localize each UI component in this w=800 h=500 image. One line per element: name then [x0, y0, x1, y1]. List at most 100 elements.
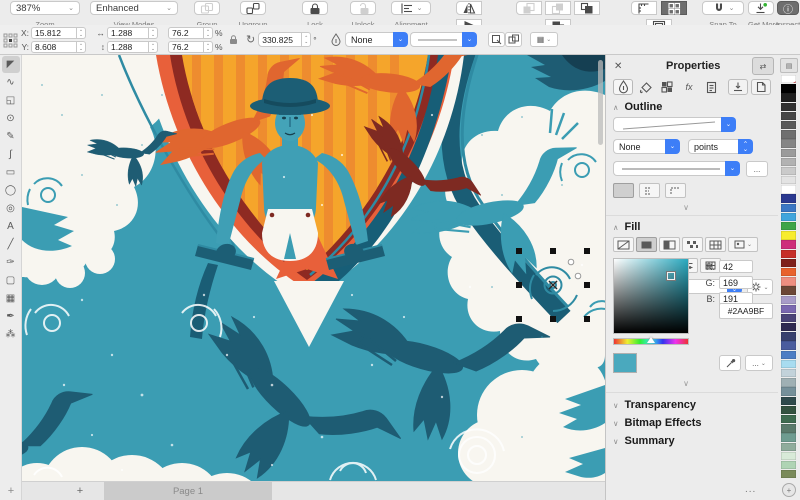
page-setup-button[interactable]: [751, 79, 771, 95]
hue-strip[interactable]: [613, 337, 689, 345]
outline-style-dropdown[interactable]: ⌄: [613, 161, 740, 176]
palette-swatch[interactable]: [781, 194, 796, 203]
line-cap-swatch-button[interactable]: [613, 183, 634, 198]
palette-swatch[interactable]: [781, 111, 796, 121]
palette-swatch[interactable]: [781, 231, 796, 240]
line-cap-style-button[interactable]: [639, 183, 660, 198]
rotation-field[interactable]: 330.825: [258, 32, 303, 47]
reference-point-selector[interactable]: [3, 33, 18, 48]
export-button[interactable]: [728, 79, 748, 95]
width-stepper[interactable]: ⌃ ⌄: [149, 27, 158, 39]
bitmap-fill-button[interactable]: [705, 237, 726, 252]
tool-text[interactable]: A: [2, 218, 20, 235]
palette-swatch[interactable]: [781, 258, 796, 268]
fill-collapse-chevron[interactable]: ∨: [606, 379, 766, 388]
tool-artistic-media[interactable]: ✑: [2, 254, 20, 271]
canvas-vertical-scrollbar[interactable]: [598, 60, 603, 145]
more-options-dropdown[interactable]: ▦ ⌄: [530, 32, 558, 47]
palette-swatch[interactable]: [781, 332, 796, 341]
width-field[interactable]: 1.288: [107, 27, 149, 39]
palette-swatch[interactable]: [781, 93, 796, 102]
palette-swatch[interactable]: [781, 75, 796, 84]
tool-line[interactable]: ╱: [2, 236, 20, 253]
outline-width-dropdown[interactable]: None ⌄: [345, 32, 408, 47]
y-field[interactable]: 8.608: [31, 41, 77, 53]
palette-swatch[interactable]: [781, 295, 796, 304]
page-tab[interactable]: Page 1: [104, 482, 272, 500]
tool-bezier[interactable]: ∫: [2, 146, 20, 163]
outline-preset-dropdown[interactable]: ⌄: [613, 117, 736, 132]
hue-marker[interactable]: [646, 337, 655, 343]
palette-swatch[interactable]: [781, 130, 796, 139]
snap-to-dropdown[interactable]: ⌄: [702, 1, 744, 15]
palette-swatch[interactable]: [781, 369, 796, 378]
palette-swatch[interactable]: [781, 378, 796, 387]
ungroup-button[interactable]: [240, 1, 266, 15]
outline-more-button[interactable]: ...: [746, 161, 768, 177]
height-field[interactable]: 1.288: [107, 41, 149, 53]
palette-swatch[interactable]: [781, 176, 796, 185]
tool-shape[interactable]: ∿: [2, 74, 20, 91]
outline-section-header[interactable]: ∧ Outline: [613, 101, 662, 113]
tool-ellipse[interactable]: ◯: [2, 182, 20, 199]
palette-swatch[interactable]: [781, 157, 796, 167]
bring-to-front-button[interactable]: [574, 1, 601, 15]
scale-x-stepper[interactable]: ⌃ ⌄: [204, 27, 213, 39]
outline-width-dropdown-panel[interactable]: None ⌄: [613, 139, 680, 154]
palette-swatch[interactable]: [781, 166, 796, 176]
corner-style-button[interactable]: [665, 183, 686, 198]
tool-zoom[interactable]: ⊙: [2, 110, 20, 127]
outline-collapse-chevron[interactable]: ∨: [606, 203, 766, 212]
x-field[interactable]: 15.812: [31, 27, 77, 39]
r-field[interactable]: 42: [719, 260, 753, 273]
lock-ratio-button[interactable]: [228, 34, 239, 46]
palette-swatch[interactable]: [781, 249, 796, 258]
curve-node[interactable]: [574, 272, 582, 280]
palette-swatch[interactable]: [781, 442, 796, 451]
line-style-dropdown[interactable]: ⌄: [410, 32, 477, 47]
scale-y-stepper[interactable]: ⌃ ⌄: [204, 41, 213, 53]
tool-pick[interactable]: ◤: [1, 56, 20, 73]
palette-swatch[interactable]: [781, 203, 796, 213]
palette-swatch[interactable]: [781, 359, 796, 369]
palette-swatch[interactable]: [781, 460, 796, 470]
panel-options-button[interactable]: ⇄: [752, 57, 774, 75]
lock-button[interactable]: [302, 1, 328, 15]
rulers-button[interactable]: [631, 1, 658, 15]
no-fill-button[interactable]: [613, 237, 634, 252]
rotation-stepper[interactable]: ⌃ ⌄: [302, 32, 312, 47]
palette-swatch[interactable]: [781, 212, 796, 222]
palette-swatch[interactable]: [781, 405, 796, 415]
x-stepper[interactable]: ⌃ ⌄: [77, 27, 86, 39]
palette-swatch[interactable]: [781, 148, 796, 157]
panel-overflow-button[interactable]: ...: [745, 484, 756, 495]
y-stepper[interactable]: ⌃ ⌄: [77, 41, 86, 53]
send-backward-button[interactable]: [545, 1, 571, 15]
height-stepper[interactable]: ⌃ ⌄: [149, 41, 158, 53]
palette-swatch[interactable]: [781, 84, 796, 93]
palette-swatch[interactable]: [781, 350, 796, 360]
palette-swatch[interactable]: [781, 433, 796, 442]
current-color-swatch[interactable]: [613, 353, 637, 373]
section-summary[interactable]: ∨ Summary: [613, 435, 675, 447]
grid-button[interactable]: [660, 1, 687, 15]
palette-swatch[interactable]: [781, 470, 796, 479]
tool-polygon[interactable]: ◎: [2, 200, 20, 217]
tool-interactive-fill[interactable]: ⁂: [2, 326, 20, 343]
tab-outline[interactable]: [613, 79, 633, 95]
scale-x-field[interactable]: 76.2: [168, 27, 204, 39]
unlock-button[interactable]: [350, 1, 376, 15]
palette-swatch[interactable]: [781, 102, 796, 111]
tab-effects[interactable]: fx: [679, 79, 699, 95]
color-picker-marker[interactable]: [666, 270, 677, 281]
palette-swatch[interactable]: [781, 286, 796, 295]
palette-swatch[interactable]: [781, 341, 796, 350]
get-more-button[interactable]: [748, 1, 774, 15]
palette-swatch[interactable]: [781, 240, 796, 249]
mirror-horizontal-button[interactable]: [456, 1, 482, 15]
palette-swatch[interactable]: [781, 451, 796, 461]
eyedropper-button[interactable]: [719, 355, 741, 371]
close-icon[interactable]: ✕: [614, 61, 622, 72]
fill-more-options-button[interactable]: ... ⌄: [745, 355, 773, 371]
palette-swatch[interactable]: [781, 396, 796, 405]
